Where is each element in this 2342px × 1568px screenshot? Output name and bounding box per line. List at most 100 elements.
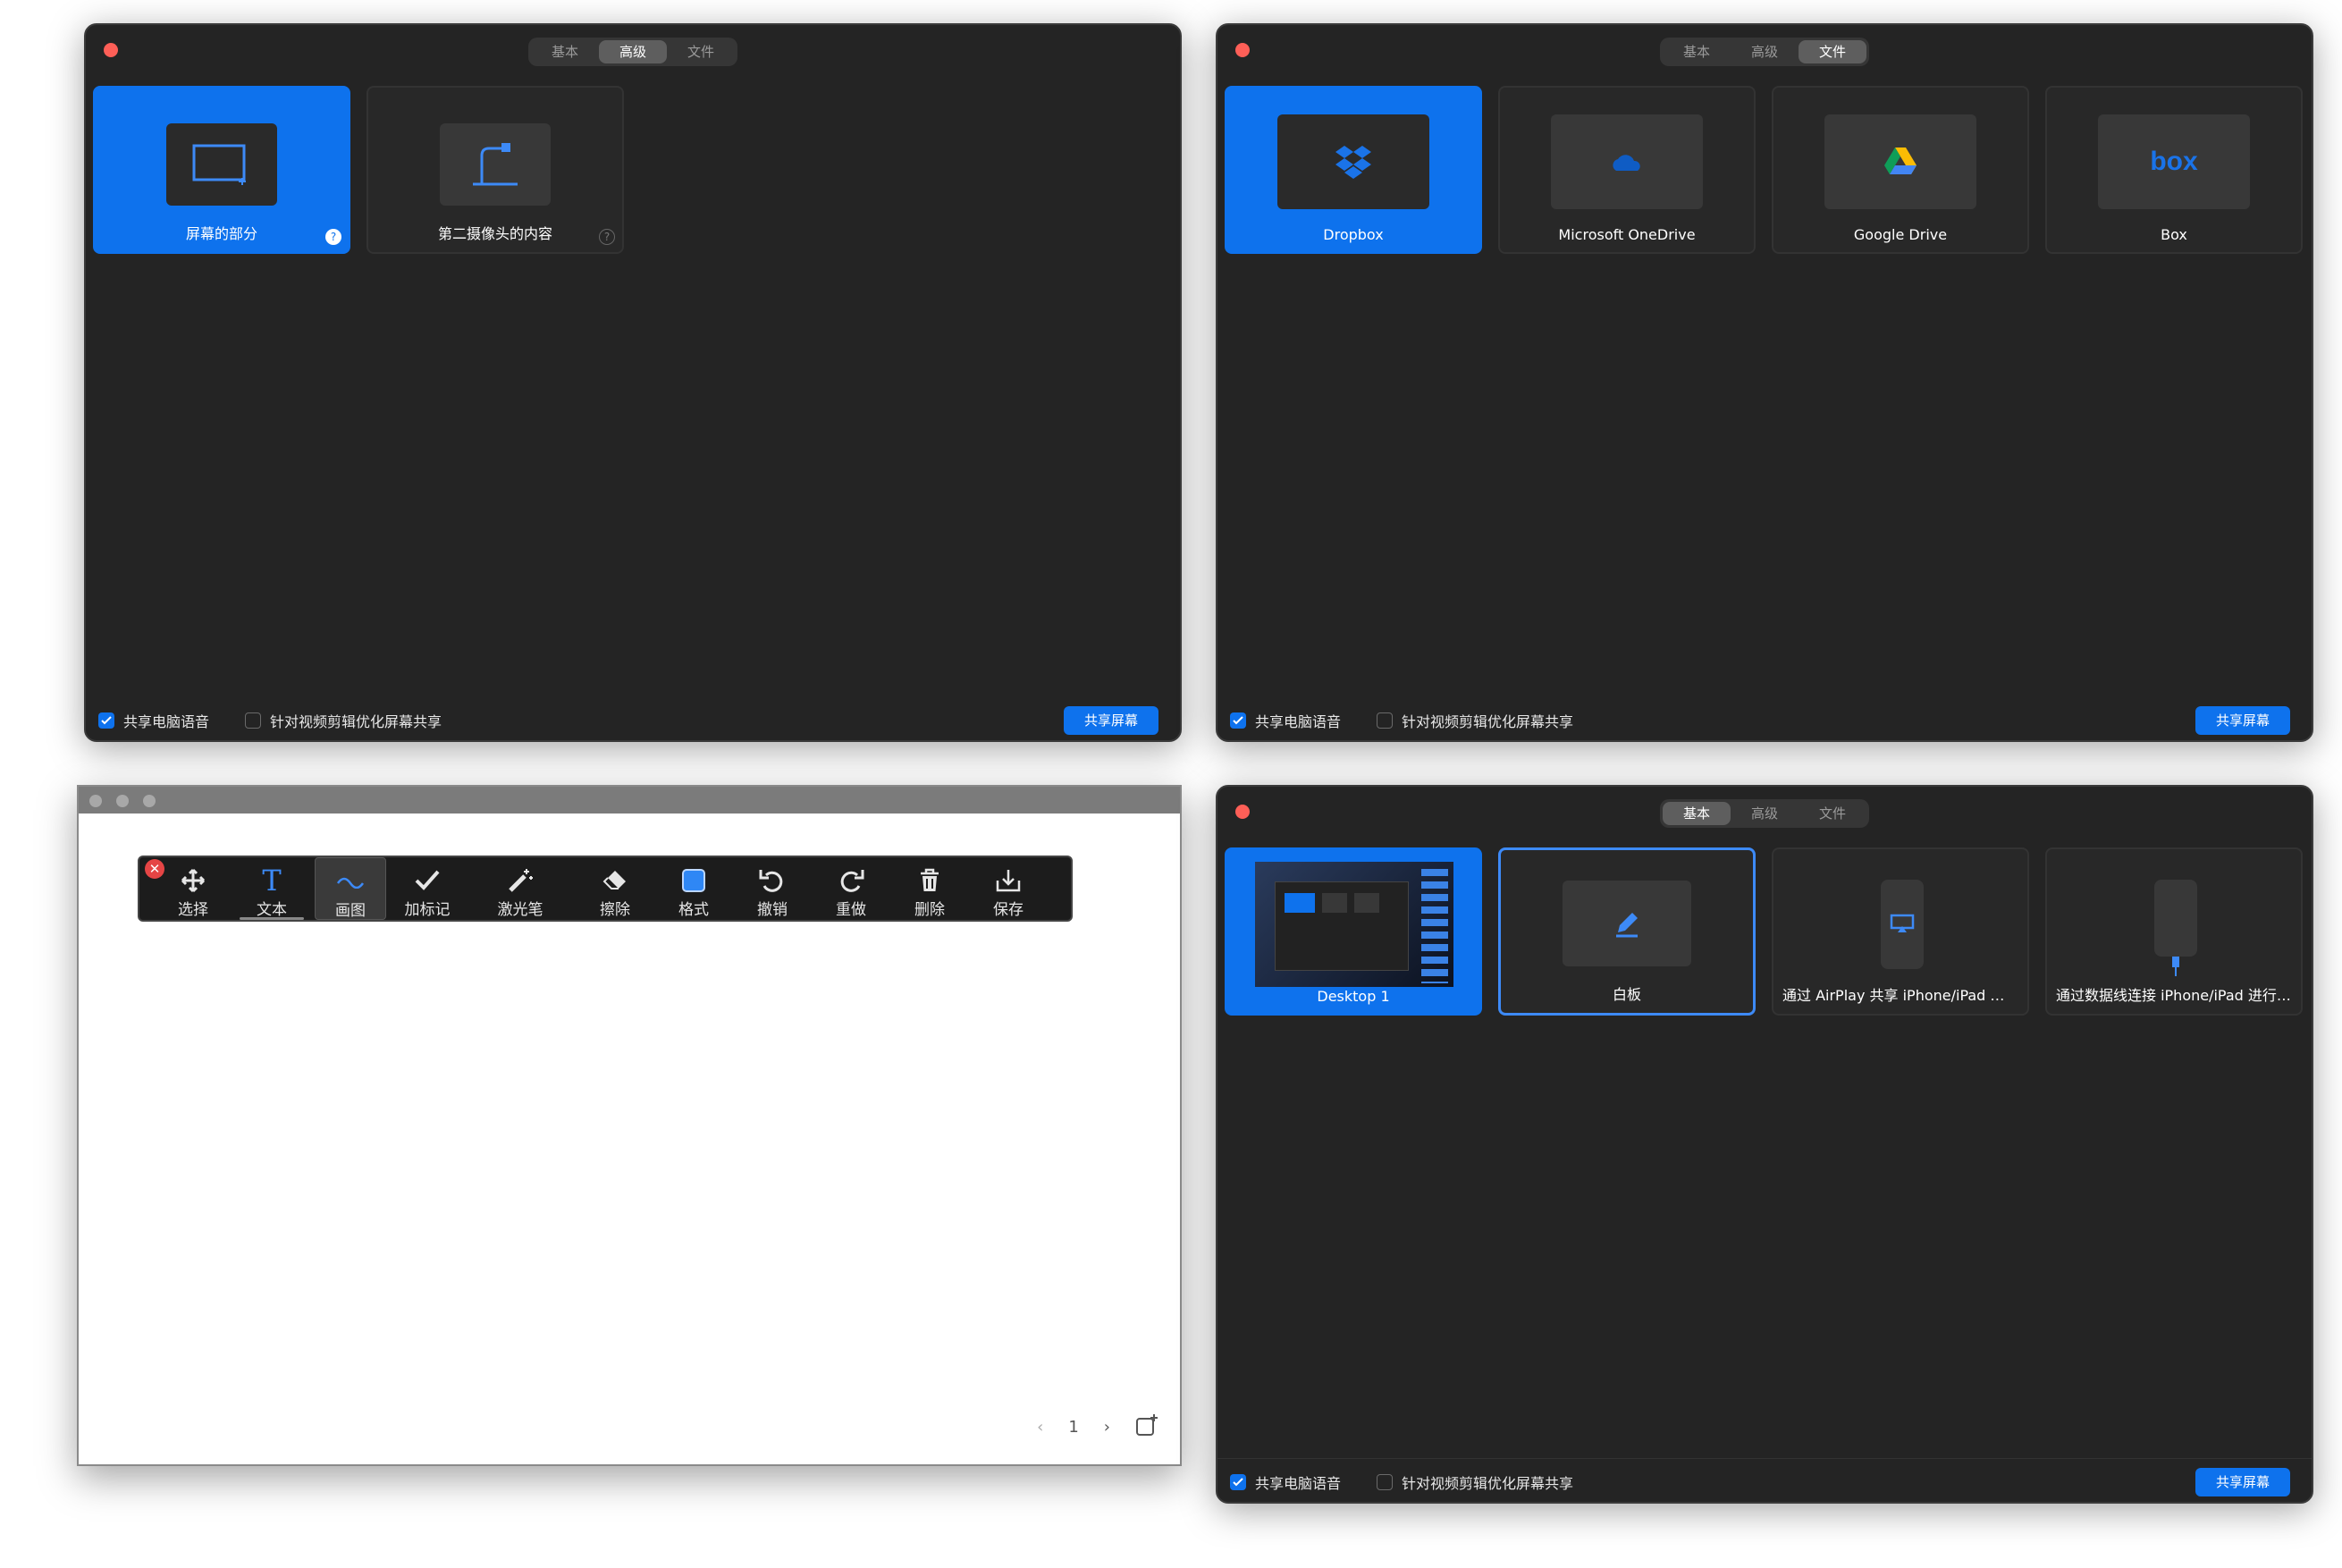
tab-advanced[interactable]: 高级 bbox=[599, 40, 667, 63]
minimize-window-button[interactable] bbox=[116, 795, 129, 807]
checkbox-checked-icon bbox=[1230, 712, 1246, 729]
card-label: Dropbox bbox=[1323, 226, 1384, 243]
prev-page-icon[interactable]: ‹ bbox=[1037, 1418, 1043, 1437]
card-label: 白板 bbox=[1612, 986, 1641, 1003]
tool-label: 加标记 bbox=[404, 901, 451, 919]
checkbox-checked-icon bbox=[98, 712, 114, 729]
share-screen-button[interactable]: 共享屏幕 bbox=[2195, 1468, 2290, 1496]
checkbox-label: 针对视频剪辑优化屏幕共享 bbox=[270, 713, 442, 730]
text-icon: T bbox=[236, 864, 307, 898]
option-whiteboard[interactable]: 白板 bbox=[1498, 847, 1756, 1016]
checkbox-unchecked-icon bbox=[245, 712, 261, 729]
checkbox-label: 针对视频剪辑优化屏幕共享 bbox=[1402, 1475, 1574, 1492]
option-portion-of-screen[interactable]: 屏幕的部分 ? bbox=[93, 86, 350, 254]
tool-stamp[interactable]: 加标记 bbox=[392, 857, 463, 920]
optimize-video-checkbox[interactable]: 针对视频剪辑优化屏幕共享 bbox=[245, 710, 442, 731]
share-audio-checkbox[interactable]: 共享电脑语音 bbox=[98, 710, 209, 731]
tab-bar: 基本 高级 文件 bbox=[528, 38, 737, 66]
bottom-bar: 共享电脑语音 针对视频剪辑优化屏幕共享 共享屏幕 bbox=[1217, 1459, 2312, 1502]
checkbox-label: 针对视频剪辑优化屏幕共享 bbox=[1402, 713, 1574, 730]
card-label: Google Drive bbox=[1853, 226, 1948, 243]
tab-files[interactable]: 文件 bbox=[1799, 40, 1866, 63]
document-camera-icon bbox=[440, 123, 551, 206]
tool-label: 格式 bbox=[678, 901, 709, 919]
card-label: 第二摄像头的内容 bbox=[437, 225, 552, 242]
undo-icon bbox=[737, 864, 808, 897]
tab-advanced[interactable]: 高级 bbox=[1731, 40, 1799, 63]
help-icon[interactable]: ? bbox=[599, 229, 615, 245]
tool-format[interactable]: 格式 bbox=[658, 857, 729, 920]
card-label: 屏幕的部分 bbox=[185, 225, 257, 242]
share-audio-checkbox[interactable]: 共享电脑语音 bbox=[1230, 710, 1341, 731]
tool-text[interactable]: T 文本 bbox=[236, 857, 307, 920]
option-dropbox[interactable]: Dropbox bbox=[1225, 86, 1482, 254]
screen-portion-icon bbox=[166, 123, 277, 206]
whiteboard-titlebar bbox=[79, 787, 1180, 814]
option-google-drive[interactable]: Google Drive bbox=[1772, 86, 2029, 254]
close-window-button[interactable] bbox=[1235, 43, 1250, 57]
tool-select[interactable]: 选择 bbox=[157, 857, 229, 920]
share-screen-button[interactable]: 共享屏幕 bbox=[2195, 706, 2290, 735]
tool-save[interactable]: 保存 bbox=[973, 857, 1044, 920]
next-page-icon[interactable]: › bbox=[1104, 1418, 1110, 1437]
card-label: 通过 AirPlay 共享 iPhone/iPad 屏幕 bbox=[1782, 987, 2019, 1004]
tool-label: 保存 bbox=[993, 901, 1024, 919]
annotation-toolbar: ✕ 选择 T 文本 画图 加标记 激光笔 擦除 格式 撤销 重做 删除 保存 bbox=[138, 856, 1073, 922]
option-desktop-1[interactable]: Desktop 1 bbox=[1225, 847, 1482, 1016]
bottom-bar: 共享电脑语音 针对视频剪辑优化屏幕共享 共享屏幕 bbox=[1217, 697, 2312, 740]
draw-icon bbox=[316, 865, 385, 898]
tool-label: 重做 bbox=[836, 901, 866, 919]
tool-eraser[interactable]: 擦除 bbox=[579, 857, 651, 920]
option-box[interactable]: box Box bbox=[2045, 86, 2303, 254]
tool-label: 擦除 bbox=[600, 901, 630, 919]
card-label: 通过数据线连接 iPhone/iPad 进行屏... bbox=[2056, 987, 2301, 1004]
share-screen-button[interactable]: 共享屏幕 bbox=[1064, 706, 1158, 735]
share-window-files: 基本 高级 文件 Dropbox Microsoft OneDrive Goog… bbox=[1216, 23, 2313, 742]
optimize-video-checkbox[interactable]: 针对视频剪辑优化屏幕共享 bbox=[1377, 710, 1573, 731]
close-window-button[interactable] bbox=[1235, 805, 1250, 819]
zoom-window-button[interactable] bbox=[143, 795, 156, 807]
tool-clear[interactable]: 删除 bbox=[894, 857, 965, 920]
desktop-thumbnail bbox=[1255, 862, 1453, 987]
move-icon bbox=[157, 864, 229, 897]
option-second-camera[interactable]: 第二摄像头的内容 ? bbox=[366, 86, 624, 254]
checkbox-unchecked-icon bbox=[1377, 712, 1393, 729]
tool-redo[interactable]: 重做 bbox=[815, 857, 887, 920]
tab-basic[interactable]: 基本 bbox=[1663, 40, 1731, 63]
tool-label: 选择 bbox=[178, 901, 208, 919]
page-number: 1 bbox=[1068, 1418, 1079, 1437]
help-icon[interactable]: ? bbox=[325, 229, 341, 245]
save-icon bbox=[973, 864, 1044, 897]
tab-basic[interactable]: 基本 bbox=[531, 40, 599, 63]
pen-icon bbox=[1563, 881, 1691, 966]
tab-basic[interactable]: 基本 bbox=[1663, 802, 1731, 825]
card-label: Desktop 1 bbox=[1317, 988, 1390, 1005]
text-tool-glyph: T bbox=[262, 864, 282, 898]
tool-label: 撤销 bbox=[757, 901, 788, 919]
format-icon bbox=[658, 864, 729, 897]
option-onedrive[interactable]: Microsoft OneDrive bbox=[1498, 86, 1756, 254]
eraser-icon bbox=[579, 864, 651, 897]
bottom-bar: 共享电脑语音 针对视频剪辑优化屏幕共享 共享屏幕 bbox=[86, 697, 1180, 740]
checkbox-checked-icon bbox=[1230, 1474, 1246, 1490]
tool-laser[interactable]: 激光笔 bbox=[484, 857, 556, 920]
whiteboard-window: ✕ 选择 T 文本 画图 加标记 激光笔 擦除 格式 撤销 重做 删除 保存 ‹… bbox=[77, 785, 1182, 1466]
tab-bar: 基本 高级 文件 bbox=[1660, 799, 1869, 828]
tab-files[interactable]: 文件 bbox=[1799, 802, 1866, 825]
optimize-video-checkbox[interactable]: 针对视频剪辑优化屏幕共享 bbox=[1377, 1471, 1573, 1493]
new-page-icon[interactable] bbox=[1135, 1413, 1158, 1441]
checkmark-icon bbox=[392, 864, 463, 897]
share-audio-checkbox[interactable]: 共享电脑语音 bbox=[1230, 1471, 1341, 1493]
option-airplay-iphone[interactable]: 通过 AirPlay 共享 iPhone/iPad 屏幕 bbox=[1772, 847, 2029, 1016]
option-cable-iphone[interactable]: 通过数据线连接 iPhone/iPad 进行屏... bbox=[2045, 847, 2303, 1016]
tool-label: 激光笔 bbox=[497, 901, 543, 919]
close-window-button[interactable] bbox=[89, 795, 102, 807]
tool-draw[interactable]: 画图 bbox=[315, 857, 386, 920]
tab-files[interactable]: 文件 bbox=[667, 40, 735, 63]
tab-advanced[interactable]: 高级 bbox=[1731, 802, 1799, 825]
google-drive-icon bbox=[1824, 114, 1976, 209]
close-window-button[interactable] bbox=[104, 43, 118, 57]
dropbox-icon bbox=[1277, 114, 1429, 209]
tool-undo[interactable]: 撤销 bbox=[737, 857, 808, 920]
redo-icon bbox=[815, 864, 887, 897]
